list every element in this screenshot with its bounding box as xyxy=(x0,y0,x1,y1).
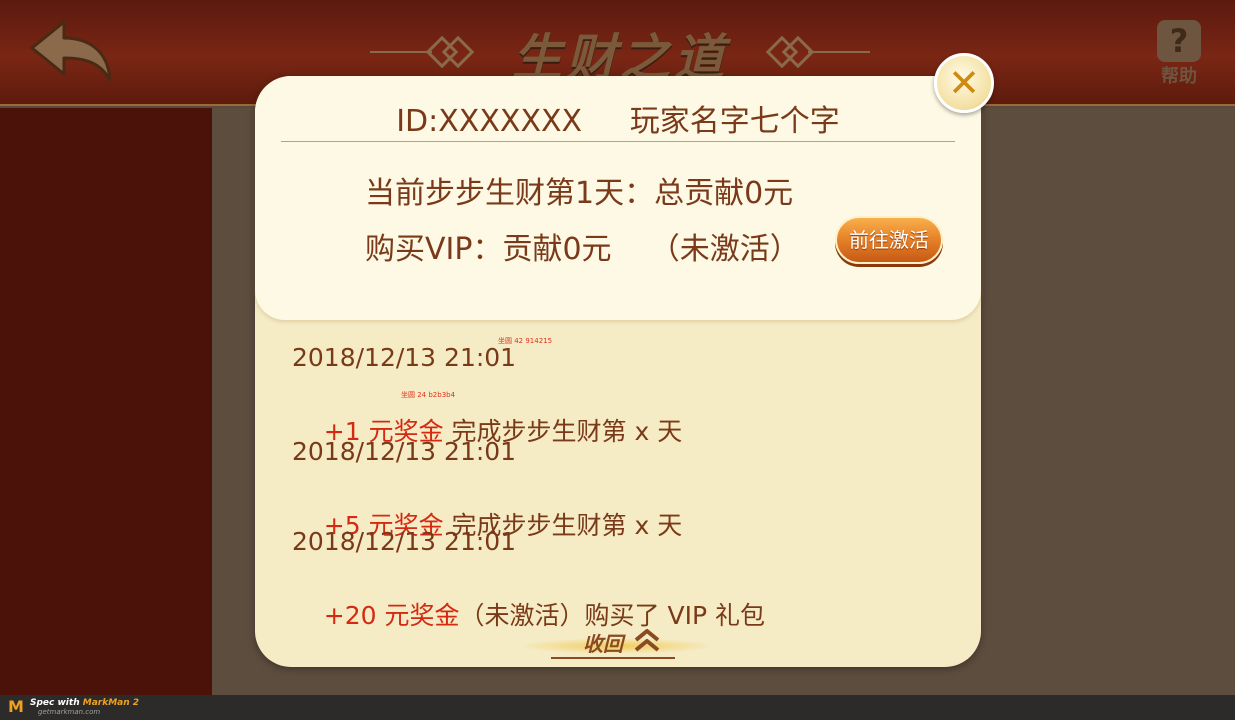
page-title-area: 生财之道 xyxy=(370,14,870,87)
dialog-summary: ID:XXXXXXX 玩家名字七个字 当前步步生财第1天：总贡献0元 购买VIP… xyxy=(255,76,981,320)
markman-logo-icon: M xyxy=(8,697,24,716)
markman-url: getmarkman.com xyxy=(38,708,101,716)
entry-detail: +5 元奖金 完成步步生财第 x 天 xyxy=(292,477,682,571)
back-arrow-icon xyxy=(30,20,112,82)
markman-footer: M Spec with MarkMan 2 getmarkman.com xyxy=(0,695,1235,720)
progress-summary: 当前步步生财第1天：总贡献0元 xyxy=(365,176,794,211)
vip-summary: 购买VIP：贡献0元 （未激活） xyxy=(365,232,800,267)
entry-amount: +20 元奖金 xyxy=(323,601,460,630)
player-id-name: ID:XXXXXXX 玩家名字七个字 xyxy=(396,104,840,139)
help-button[interactable]: ? 帮助 xyxy=(1155,20,1203,87)
collapse-label: 收回 xyxy=(583,632,623,656)
markman-brand: Spec with MarkMan 2 xyxy=(30,698,140,708)
divider xyxy=(281,141,955,142)
markman-annotation: 坐圆 42 914215 xyxy=(498,337,553,345)
help-label: 帮助 xyxy=(1161,66,1197,87)
question-icon: ? xyxy=(1157,20,1201,62)
left-panel xyxy=(0,108,212,695)
entry-date: 2018/12/13 21:01 xyxy=(292,527,517,556)
back-button[interactable] xyxy=(28,18,114,84)
close-icon: ✕ xyxy=(948,61,980,105)
title-ornament-right xyxy=(765,36,870,68)
markman-annotation: 坐圆 24 b2b3b4 xyxy=(401,391,456,399)
entry-date: 2018/12/13 21:01 xyxy=(292,437,517,466)
entry-date: 2018/12/13 21:01 xyxy=(292,343,517,372)
reward-dialog: ID:XXXXXXX 玩家名字七个字 当前步步生财第1天：总贡献0元 购买VIP… xyxy=(255,76,981,667)
collapse-underline xyxy=(551,657,675,659)
close-button[interactable]: ✕ xyxy=(934,53,994,113)
activate-button[interactable]: 前往激活 xyxy=(835,216,943,264)
double-chevron-up-icon xyxy=(634,629,660,652)
collapse-button[interactable]: 收回 xyxy=(517,624,717,660)
